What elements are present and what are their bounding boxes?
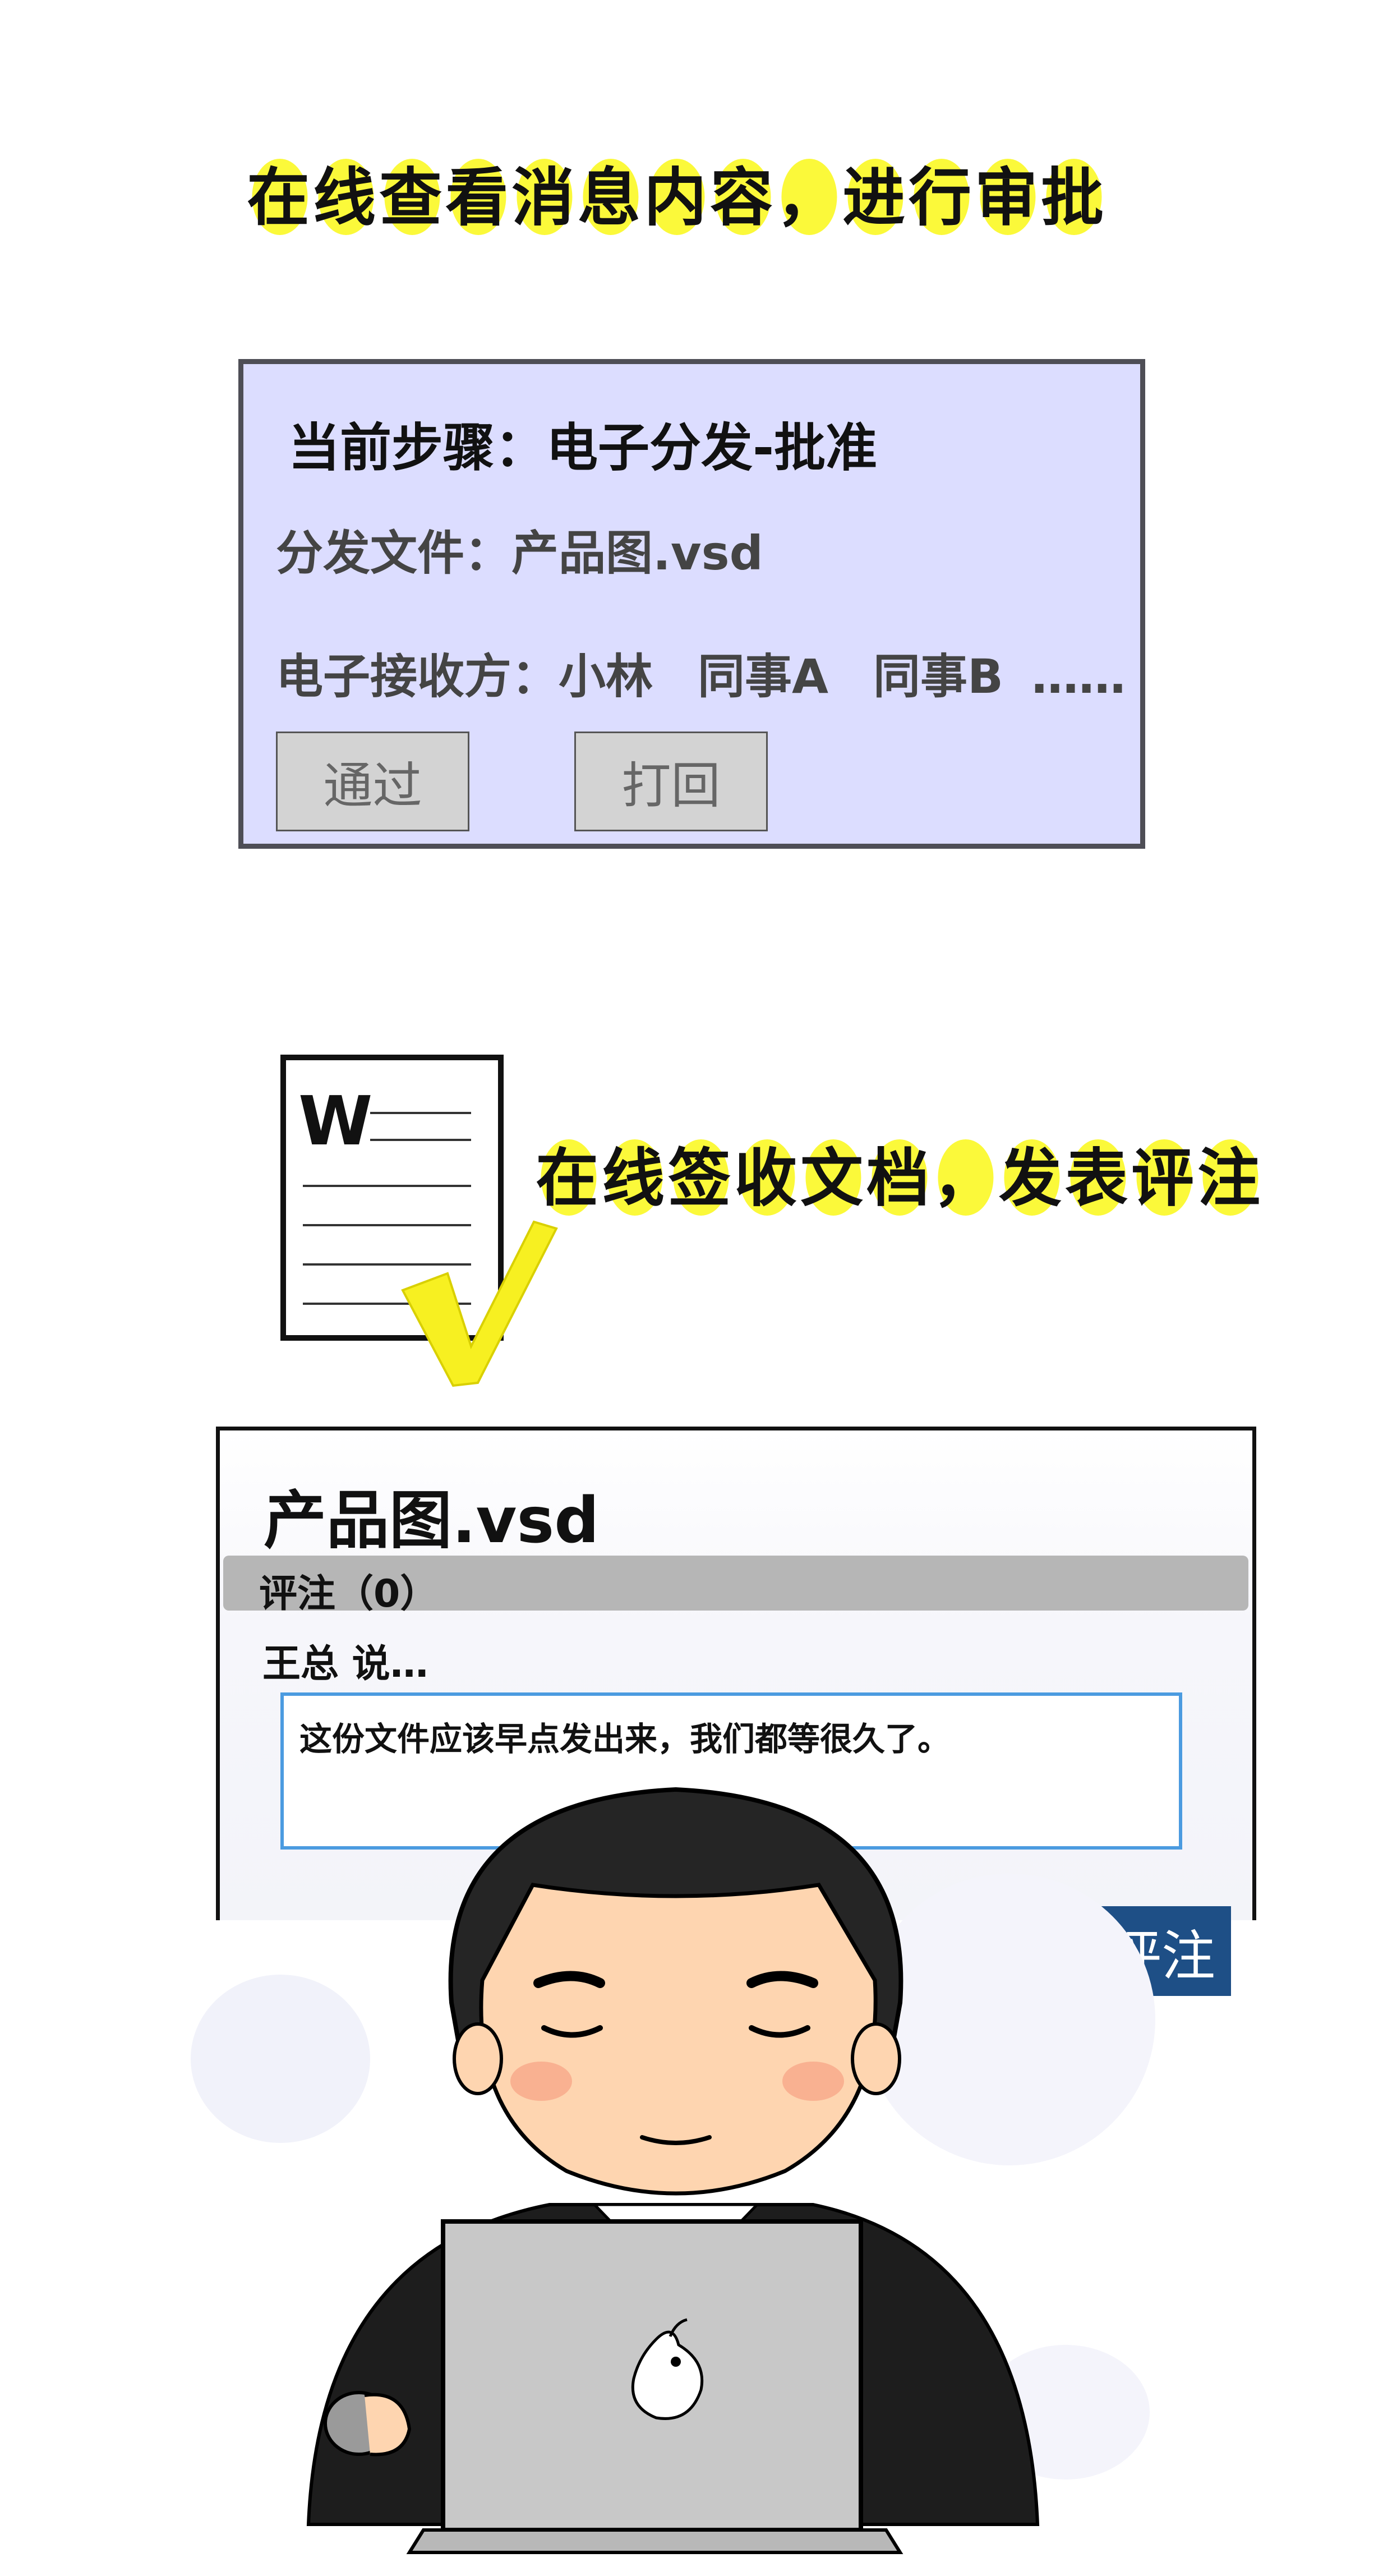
heading-char: 批 (1041, 147, 1107, 238)
heading-char: 档 (866, 1128, 933, 1218)
heading-char: 内 (644, 147, 710, 238)
recipient-item: 同事B (873, 649, 1004, 704)
comments-header: 评注（0） (259, 1572, 439, 1616)
heading-char: 线 (602, 1128, 668, 1218)
recipients-prefix: 电子接收方： (276, 649, 559, 704)
heading-char: 查 (379, 147, 445, 238)
heading-char: 进 (842, 147, 909, 238)
heading-sign: 在线签收文档，发表评注 (536, 1128, 1264, 1218)
heading-char: 在 (536, 1128, 602, 1218)
heading-char: 注 (1197, 1128, 1264, 1218)
businessman-illustration (191, 1787, 1155, 2554)
recipient-item: 同事A (698, 649, 829, 704)
heading-char: 行 (909, 147, 975, 238)
heading-char: 线 (313, 147, 379, 238)
document-title: 产品图.vsd (264, 1484, 600, 1557)
approval-panel: 当前步骤：电子分发-批准 分发文件：产品图.vsd 电子接收方：小林 同事A 同事B… (238, 359, 1145, 849)
heading-char: 消 (511, 147, 578, 238)
comment-text: 这份文件应该早点发出来，我们都等很久了。 (299, 1720, 951, 1758)
heading-char: ， (933, 1128, 999, 1218)
comment-author: 王总 说… (262, 1642, 428, 1686)
heading-approve: 在线查看消息内容，进行审批 (247, 147, 1107, 238)
heading-char: 签 (668, 1128, 734, 1218)
heading-char: ， (776, 147, 842, 238)
heading-char: 评 (1131, 1128, 1197, 1218)
recipients-line: 电子接收方：小林 同事A 同事B …… (276, 639, 1126, 707)
check-icon (401, 1220, 558, 1387)
pass-button[interactable]: 通过 (276, 732, 469, 831)
doc-line (303, 1185, 471, 1187)
distribute-file-label: 分发文件：产品图.vsd (276, 526, 763, 581)
heading-char: 看 (445, 147, 511, 238)
recipient-item: 小林 (559, 649, 653, 704)
word-letter: W (298, 1083, 373, 1161)
heading-char: 审 (975, 147, 1041, 238)
doc-line (370, 1112, 471, 1114)
recipients-ellipsis: …… (1031, 649, 1126, 704)
heading-char: 息 (578, 147, 644, 238)
heading-char: 容 (710, 147, 776, 238)
reject-button[interactable]: 打回 (574, 732, 768, 831)
heading-char: 发 (999, 1128, 1065, 1218)
heading-char: 文 (800, 1128, 866, 1218)
heading-char: 收 (734, 1128, 800, 1218)
current-step-label: 当前步骤：电子分发-批准 (288, 418, 878, 478)
heading-char: 表 (1065, 1128, 1131, 1218)
heading-char: 在 (247, 147, 313, 238)
doc-line (370, 1139, 471, 1141)
